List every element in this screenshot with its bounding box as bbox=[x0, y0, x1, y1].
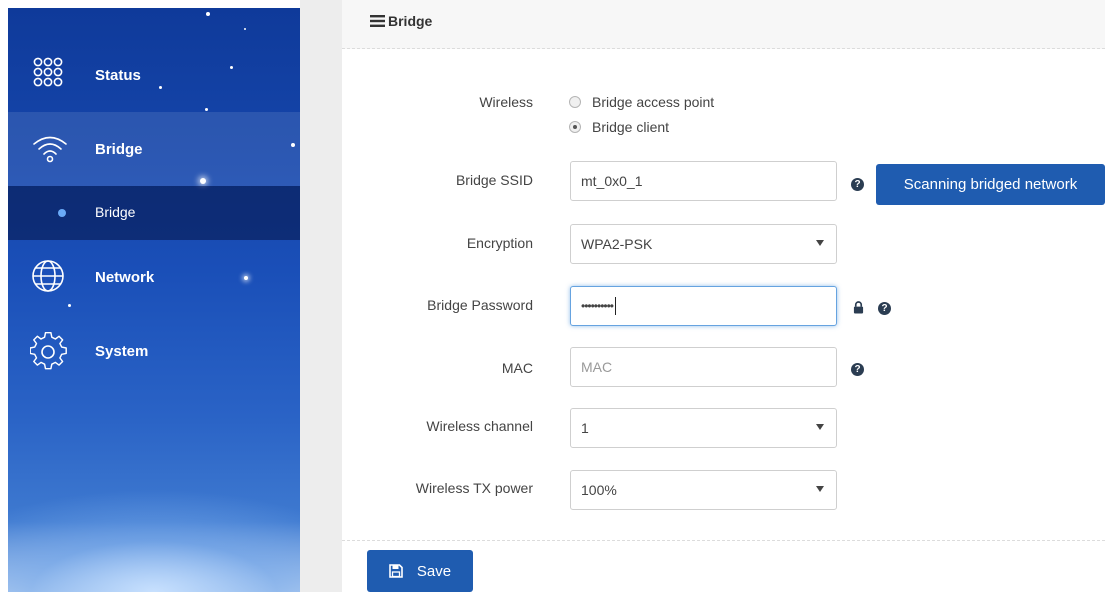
scan-bridged-network-button[interactable]: Scanning bridged network bbox=[876, 164, 1105, 205]
scan-button-label: Scanning bridged network bbox=[903, 176, 1078, 193]
grid-dots-icon bbox=[33, 57, 63, 87]
page-title: Bridge bbox=[388, 13, 433, 29]
star-decoration bbox=[206, 12, 210, 16]
divider bbox=[342, 540, 1105, 541]
lock-icon bbox=[853, 301, 864, 314]
sidebar-subitem-label: Bridge bbox=[95, 204, 136, 220]
dropdown-arrow-icon bbox=[816, 240, 824, 246]
radio-bridge-access-point[interactable]: Bridge access point bbox=[569, 94, 714, 110]
radio-button[interactable] bbox=[569, 121, 581, 133]
password-input[interactable]: •••••••••• bbox=[570, 286, 837, 326]
list-icon bbox=[370, 15, 385, 27]
sidebar-item-label: Bridge bbox=[95, 141, 143, 158]
radio-label: Bridge access point bbox=[592, 94, 715, 110]
wireless-label: Wireless bbox=[479, 94, 533, 110]
ssid-label: Bridge SSID bbox=[455, 172, 533, 188]
channel-value: 1 bbox=[581, 420, 589, 436]
save-button[interactable]: Save bbox=[367, 550, 473, 592]
mac-input[interactable]: MAC bbox=[570, 347, 837, 387]
sidebar-item-label: System bbox=[95, 343, 149, 360]
star-decoration bbox=[205, 108, 208, 111]
sidebar-item-status[interactable]: Status bbox=[8, 48, 300, 102]
dropdown-arrow-icon bbox=[816, 486, 824, 492]
sidebar-subitem-bridge[interactable]: Bridge bbox=[8, 186, 300, 240]
mac-label: MAC bbox=[501, 360, 533, 376]
sidebar-item-label: Network bbox=[95, 269, 155, 286]
wireless-channel-label: Wireless channel bbox=[426, 418, 533, 434]
dropdown-arrow-icon bbox=[816, 424, 824, 430]
gear-icon bbox=[30, 332, 67, 370]
star-decoration bbox=[68, 304, 71, 307]
help-icon[interactable]: ? bbox=[878, 302, 891, 315]
tx-power-label: Wireless TX power bbox=[415, 480, 533, 496]
radio-label: Bridge client bbox=[592, 119, 670, 135]
ssid-value: mt_0x0_1 bbox=[581, 173, 643, 189]
ssid-input[interactable]: mt_0x0_1 bbox=[570, 161, 837, 201]
active-dot-icon bbox=[58, 209, 66, 217]
wireless-channel-select[interactable]: 1 bbox=[570, 408, 837, 448]
text-cursor bbox=[615, 297, 617, 315]
wifi-icon bbox=[33, 136, 67, 163]
help-icon[interactable]: ? bbox=[851, 178, 864, 191]
panel-header: Bridge bbox=[342, 0, 1105, 49]
globe-icon bbox=[32, 260, 64, 292]
mac-placeholder: MAC bbox=[581, 359, 613, 375]
radio-bridge-client[interactable]: Bridge client bbox=[569, 119, 669, 135]
encryption-label: Encryption bbox=[466, 235, 533, 251]
sidebar-item-network[interactable]: Network bbox=[8, 252, 300, 304]
tx-power-select[interactable]: 100% bbox=[570, 470, 837, 510]
password-label: Bridge Password bbox=[427, 297, 533, 313]
tx-power-value: 100% bbox=[581, 482, 617, 498]
encryption-select[interactable]: WPA2-PSK bbox=[570, 224, 837, 264]
content-gutter bbox=[300, 0, 342, 592]
encryption-value: WPA2-PSK bbox=[581, 236, 653, 252]
star-decoration bbox=[244, 28, 246, 30]
password-masked-value: •••••••••• bbox=[581, 299, 614, 313]
sidebar-item-label: Status bbox=[95, 67, 141, 84]
radio-button[interactable] bbox=[569, 96, 581, 108]
sidebar-item-bridge[interactable]: Bridge bbox=[8, 112, 300, 186]
sidebar: Status Bridge Bridge Network System bbox=[8, 8, 300, 592]
help-icon[interactable]: ? bbox=[851, 363, 864, 376]
save-button-label: Save bbox=[416, 562, 452, 580]
sidebar-item-system[interactable]: System bbox=[8, 326, 300, 378]
floppy-disk-icon bbox=[389, 564, 403, 578]
bridge-panel: Bridge Wireless Bridge access point Brid… bbox=[342, 0, 1105, 592]
